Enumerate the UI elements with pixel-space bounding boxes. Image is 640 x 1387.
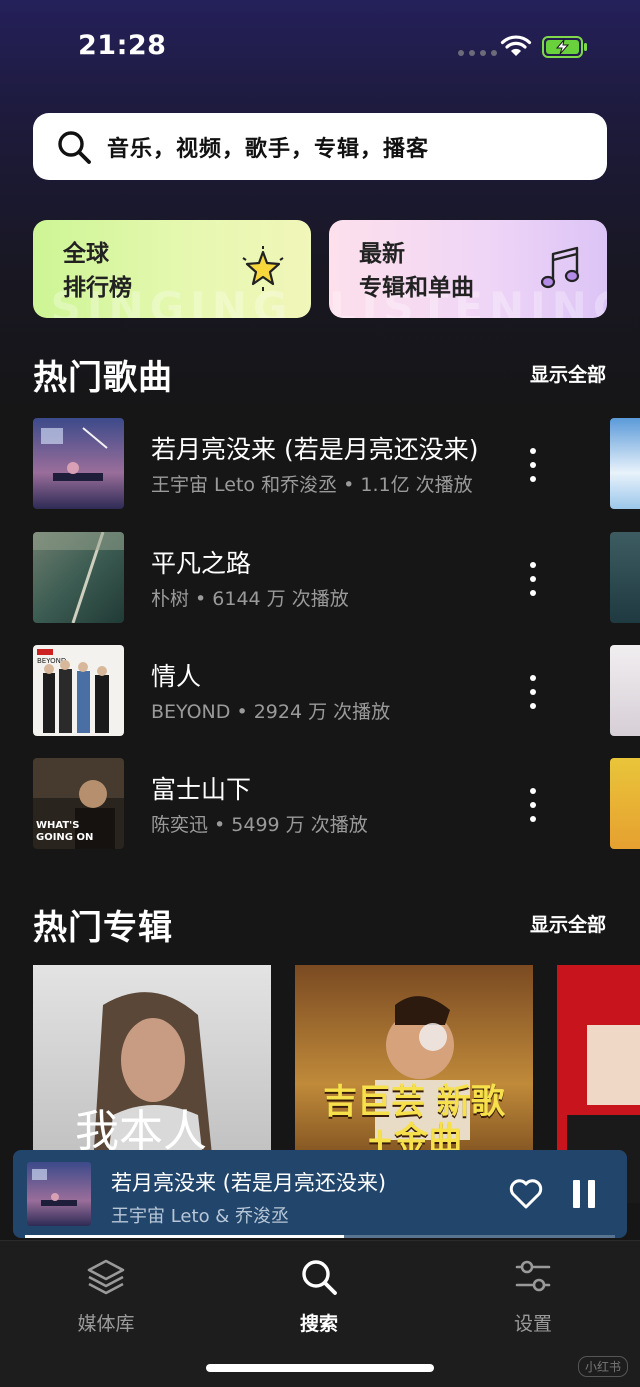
song-cover — [33, 532, 124, 623]
more-options-icon[interactable] — [527, 448, 539, 482]
global-chart-card[interactable]: SINGING 全球 排行榜 — [33, 220, 311, 318]
tab-search[interactable]: 搜索 — [259, 1255, 379, 1336]
tab-search-label: 搜索 — [299, 1313, 338, 1335]
music-note-icon — [541, 246, 580, 289]
playback-progress-fill — [25, 1235, 344, 1238]
tab-settings[interactable]: 设置 — [473, 1255, 593, 1336]
status-time: 21:28 — [78, 30, 167, 61]
song-subtitle: 王宇宙 Leto 和乔浚丞 • 1.1亿 次播放 — [151, 474, 473, 496]
song-cover — [33, 418, 124, 509]
svg-text:GOING ON: GOING ON — [36, 832, 93, 843]
sparkle-star-icon — [242, 246, 284, 291]
search-input[interactable]: 音乐，视频，歌手，专辑，播客 — [33, 113, 607, 180]
song-title: 富士山下 — [151, 775, 252, 804]
home-indicator[interactable] — [206, 1364, 434, 1372]
song-title: 平凡之路 — [151, 549, 252, 578]
song-row[interactable]: BEYOND 情人 BEYOND • 2924 万 次播放 — [33, 645, 558, 737]
song-row[interactable]: WHAT'S GOING ON 富士山下 陈奕迅 • 5499 万 次播放 — [33, 758, 558, 850]
tab-library[interactable]: 媒体库 — [46, 1255, 166, 1336]
playback-progress-bar[interactable] — [25, 1235, 615, 1238]
next-page-song-cover[interactable] — [610, 532, 640, 623]
global-chart-line1: 全球 — [63, 241, 109, 267]
new-releases-label: 最新 专辑和单曲 — [359, 237, 474, 305]
battery-charging-icon — [542, 36, 587, 58]
svg-text:WHAT'S: WHAT'S — [36, 820, 79, 831]
song-subtitle: 朴树 • 6144 万 次播放 — [151, 588, 349, 610]
hot-albums-show-all-button[interactable]: 显示全部 — [530, 910, 606, 937]
search-icon — [58, 130, 91, 164]
next-page-song-cover[interactable] — [610, 758, 640, 849]
search-icon — [302, 1260, 337, 1295]
song-subtitle: 陈奕迅 • 5499 万 次播放 — [151, 814, 368, 836]
song-title: 若月亮没来 (若是月亮还没来) — [151, 435, 479, 464]
now-playing-bar[interactable]: 若月亮没来 (若是月亮还没来) 王宇宙 Leto & 乔浚丞 — [13, 1150, 627, 1238]
new-releases-card[interactable]: LISTENING 最新 专辑和单曲 — [329, 220, 607, 318]
song-cover: WHAT'S GOING ON — [33, 758, 124, 849]
more-options-icon[interactable] — [527, 675, 539, 709]
layers-icon — [87, 1259, 125, 1295]
pause-icon[interactable] — [573, 1180, 595, 1208]
hot-songs-show-all-button[interactable]: 显示全部 — [530, 360, 606, 387]
more-options-icon[interactable] — [527, 788, 539, 822]
wifi-icon — [500, 35, 532, 56]
more-options-icon[interactable] — [527, 562, 539, 596]
new-releases-line1: 最新 — [359, 241, 405, 267]
next-page-song-cover[interactable] — [610, 418, 640, 509]
hot-songs-title: 热门歌曲 — [33, 358, 173, 398]
now-playing-title: 若月亮没来 (若是月亮还没来) — [111, 1171, 387, 1195]
song-row[interactable]: 若月亮没来 (若是月亮还没来) 王宇宙 Leto 和乔浚丞 • 1.1亿 次播放 — [33, 418, 558, 510]
now-playing-artist: 王宇宙 Leto & 乔浚丞 — [111, 1206, 290, 1227]
song-subtitle: BEYOND • 2924 万 次播放 — [151, 701, 391, 723]
status-bar: 21:28 — [0, 0, 640, 95]
now-playing-cover — [27, 1162, 91, 1226]
search-placeholder: 音乐，视频，歌手，专辑，播客 — [107, 136, 430, 162]
signal-icon — [458, 50, 497, 56]
tab-settings-label: 设置 — [513, 1313, 552, 1335]
heart-icon[interactable] — [509, 1178, 543, 1210]
album-cover-text: 吉巨芸 新歌+金曲 — [323, 1082, 505, 1160]
global-chart-label: 全球 排行榜 — [63, 237, 132, 305]
global-chart-line2: 排行榜 — [63, 275, 132, 301]
hot-albums-title: 热门专辑 — [33, 908, 173, 948]
corner-badge: 小红书 — [577, 1356, 628, 1377]
song-cover: BEYOND — [33, 645, 124, 736]
new-releases-line2: 专辑和单曲 — [359, 275, 474, 301]
next-page-song-cover[interactable] — [610, 645, 640, 736]
sliders-icon — [515, 1260, 551, 1292]
tab-library-label: 媒体库 — [77, 1313, 135, 1335]
song-row[interactable]: 平凡之路 朴树 • 6144 万 次播放 — [33, 532, 558, 624]
song-title: 情人 — [151, 662, 202, 691]
